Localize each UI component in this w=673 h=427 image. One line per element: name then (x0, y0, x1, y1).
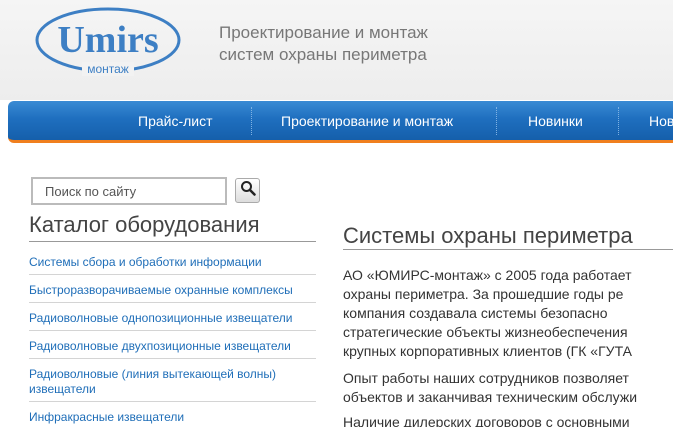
main-nav: Прайс-лист Проектирование и монтаж Новин… (8, 101, 673, 143)
nav-item-price-list[interactable]: Прайс-лист (138, 101, 213, 140)
page-title: Системы охраны периметра (343, 223, 633, 248)
nav-item-new-products[interactable]: Новинки (528, 101, 583, 140)
catalog-item-radio-single[interactable]: Радиоволновые однопозиционные извещатели (29, 303, 316, 331)
search-input[interactable] (31, 177, 227, 205)
catalog-title: Каталог оборудования (29, 212, 260, 237)
paragraph-line: крупных корпоративных клиентов (ГК «ГУТА (343, 343, 632, 359)
catalog-item-radio-leaky-wave[interactable]: Радиоволновые (линия вытекающей волны) и… (29, 359, 316, 402)
tagline-line1: Проектирование и монтаж (219, 23, 428, 42)
catalog-list: Системы сбора и обработки информации Быс… (29, 247, 316, 427)
nav-separator (251, 107, 252, 135)
nav-item-design-installation[interactable]: Проектирование и монтаж (281, 101, 453, 140)
nav-item-news[interactable]: Нов (649, 101, 673, 140)
dealers-paragraph: Наличие дилерских договоров с основными (343, 413, 673, 427)
tagline-line2: систем охраны периметра (219, 45, 427, 64)
site-header: Umirs монтаж Проектирование и монтаж сис… (0, 0, 673, 100)
divider (29, 241, 316, 242)
catalog-item-infrared[interactable]: Инфракрасные извещатели (29, 402, 316, 427)
paragraph-line: стратегические объекты жизнеобеспечения (343, 324, 628, 340)
catalog-item-radio-double[interactable]: Радиоволновые двухпозиционные извещатели (29, 331, 316, 359)
site-logo[interactable]: Umirs монтаж (34, 6, 182, 76)
nav-separator (618, 107, 619, 135)
divider (343, 249, 673, 250)
intro-paragraph: АО «ЮМИРС-монтаж» с 2005 года работает о… (343, 266, 673, 361)
search-icon (240, 180, 256, 201)
paragraph-line: охраны периметра. За прошедшие годы ре (343, 286, 624, 302)
logo-subtext: монтаж (87, 62, 129, 76)
nav-separator (496, 107, 497, 135)
paragraph-line: объектов и заканчивая техническим обслуж… (343, 389, 638, 405)
logo-text: Umirs (57, 19, 158, 61)
catalog-item-rapid-deploy[interactable]: Быстроразворачиваемые охранные комплексы (29, 275, 316, 303)
search-button[interactable] (235, 178, 260, 203)
paragraph-line: компания создавала системы безопасно (343, 305, 608, 321)
experience-paragraph: Опыт работы наших сотрудников позволяет … (343, 369, 673, 407)
catalog-item-info-systems[interactable]: Системы сбора и обработки информации (29, 247, 316, 275)
paragraph-line: АО «ЮМИРС-монтаж» с 2005 года работает (343, 267, 632, 283)
site-tagline: Проектирование и монтаж систем охраны пе… (219, 22, 428, 66)
paragraph-line: Опыт работы наших сотрудников позволяет (343, 370, 629, 386)
paragraph-line: Наличие дилерских договоров с основными (343, 414, 630, 427)
